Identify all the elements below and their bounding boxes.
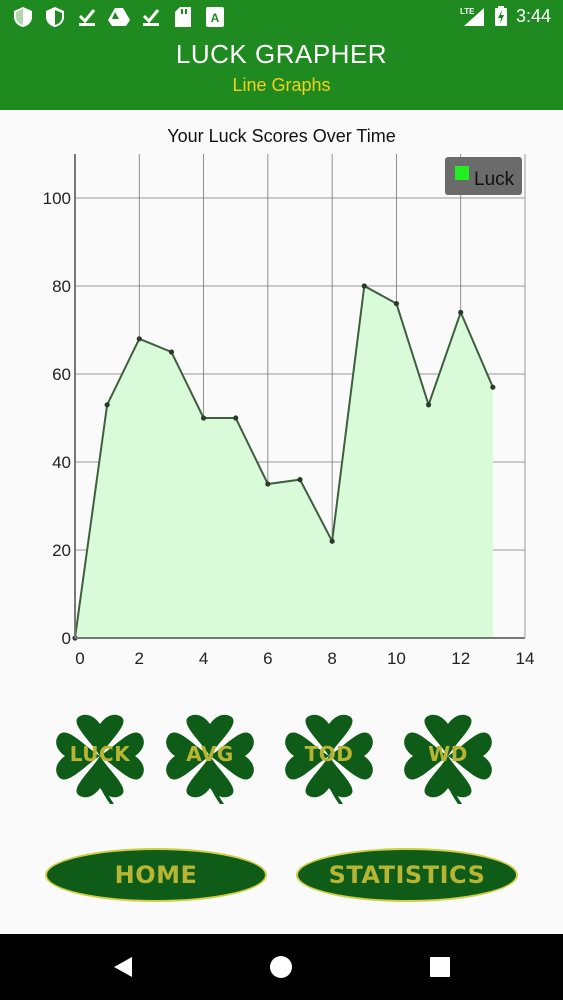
data-point bbox=[168, 349, 175, 355]
app-header: LUCK GRAPHER Line Graphs bbox=[0, 33, 563, 110]
data-point bbox=[297, 477, 303, 483]
home-icon[interactable] bbox=[268, 954, 294, 980]
avg-clover-button[interactable]: AVG bbox=[160, 712, 260, 804]
status-bar: A LTE 3:44 bbox=[0, 0, 563, 33]
back-icon[interactable] bbox=[110, 954, 136, 980]
data-point bbox=[393, 301, 400, 307]
y-tick-label: 80 bbox=[52, 277, 71, 296]
navigation-bar bbox=[0, 934, 563, 1000]
statistics-button-label: STATISTICS bbox=[328, 861, 486, 889]
lte-signal-icon: LTE bbox=[460, 5, 486, 27]
svg-text:A: A bbox=[211, 11, 220, 25]
data-point bbox=[104, 402, 110, 408]
shield-icon bbox=[44, 6, 66, 28]
tod-clover-button[interactable]: TOD bbox=[279, 712, 379, 804]
x-tick-label: 10 bbox=[387, 649, 406, 668]
statistics-button[interactable]: STATISTICS bbox=[296, 848, 518, 902]
chart-title: Your Luck Scores Over Time bbox=[167, 126, 396, 146]
drive-icon bbox=[108, 6, 130, 28]
network-label: LTE bbox=[460, 7, 475, 16]
download-done-icon bbox=[140, 6, 162, 28]
x-tick-label: 4 bbox=[199, 649, 208, 668]
luck-button-label: LUCK bbox=[69, 742, 131, 766]
y-tick-label: 0 bbox=[62, 629, 71, 648]
y-tick-label: 20 bbox=[52, 541, 71, 560]
download-done-icon bbox=[76, 6, 98, 28]
status-time: 3:44 bbox=[515, 5, 551, 26]
data-point bbox=[458, 309, 464, 315]
data-point bbox=[136, 336, 142, 342]
tod-button-label: TOD bbox=[304, 742, 354, 766]
data-point bbox=[200, 415, 207, 421]
x-tick-label: 12 bbox=[451, 649, 470, 668]
wd-button-label: WD bbox=[428, 742, 468, 766]
home-button-label: HOME bbox=[114, 861, 198, 889]
wd-clover-button[interactable]: WD bbox=[398, 712, 498, 804]
y-tick-label: 40 bbox=[52, 453, 71, 472]
x-tick-label: 0 bbox=[75, 649, 84, 668]
sd-card-icon bbox=[172, 6, 194, 28]
data-point bbox=[265, 481, 271, 487]
x-tick-label: 6 bbox=[263, 649, 272, 668]
chart-canvas: 0 2 4 6 8 10 12 14 0 20 40 60 80 100 Luck bbox=[43, 154, 535, 668]
data-point bbox=[361, 283, 367, 289]
x-tick-label: 2 bbox=[135, 649, 144, 668]
x-tick-label: 8 bbox=[327, 649, 336, 668]
home-button[interactable]: HOME bbox=[45, 848, 267, 902]
shield-icon bbox=[12, 6, 34, 28]
x-tick-label: 14 bbox=[516, 649, 535, 668]
avg-button-label: AVG bbox=[186, 742, 234, 766]
y-tick-label: 100 bbox=[43, 189, 71, 208]
y-tick-label: 60 bbox=[52, 365, 71, 384]
luck-clover-button[interactable]: LUCK bbox=[50, 712, 150, 804]
data-point bbox=[490, 384, 496, 390]
data-point bbox=[329, 538, 335, 544]
app-title: LUCK GRAPHER bbox=[175, 39, 388, 69]
legend-label: Luck bbox=[474, 169, 515, 190]
app-subtitle: Line Graphs bbox=[232, 75, 331, 95]
luck-line-chart: Your Luck Scores Over Time 0 2 4 6 8 10 12 14 0 2… bbox=[0, 110, 563, 690]
legend-swatch bbox=[455, 166, 469, 180]
app-store-icon: A bbox=[204, 6, 226, 28]
battery-charging-icon bbox=[494, 5, 508, 27]
data-point bbox=[233, 415, 239, 421]
data-point bbox=[425, 402, 432, 408]
recents-icon[interactable] bbox=[427, 954, 453, 980]
